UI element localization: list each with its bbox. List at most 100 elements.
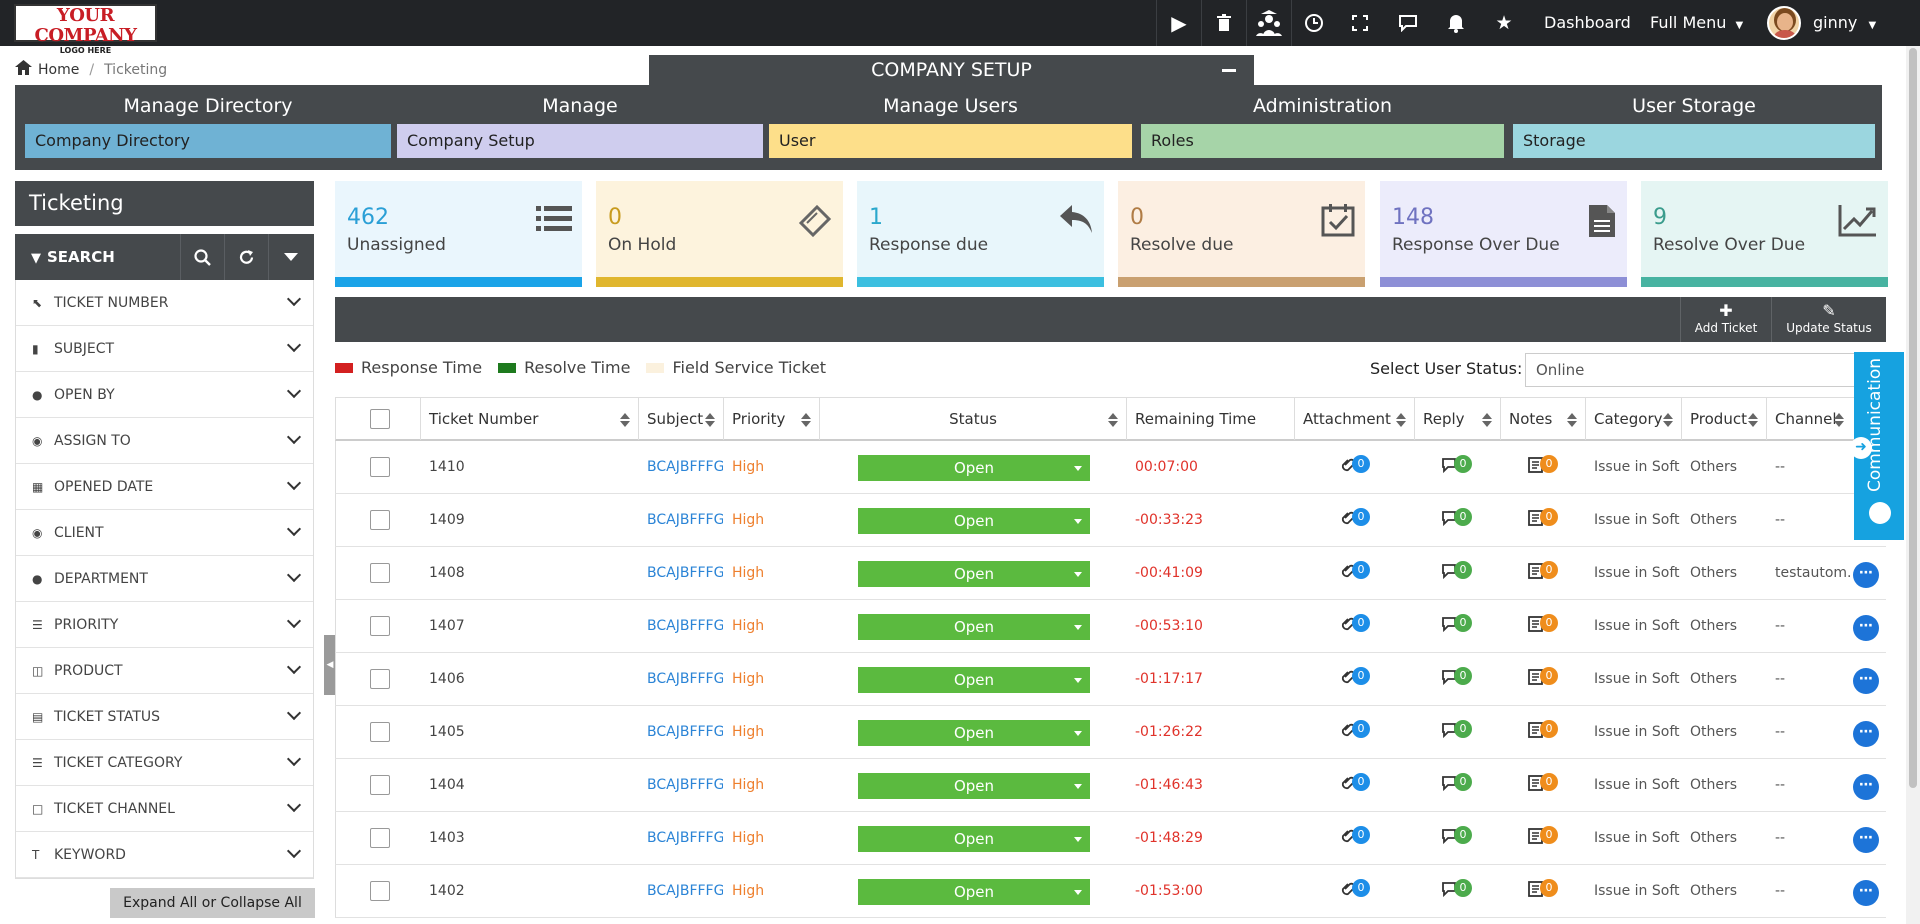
expand-collapse-button[interactable]: Expand All or Collapse All <box>110 888 315 918</box>
table-row[interactable]: 1406 BCAJBFFFG High Open -01:17:17 0 0 0 Issue i… <box>335 653 1886 706</box>
bell-icon[interactable] <box>1432 0 1480 46</box>
filter-priority[interactable]: ☰ PRIORITY <box>16 602 313 648</box>
stat-card-resolve-due[interactable]: 0 Resolve due <box>1118 181 1365 287</box>
more-options-icon[interactable]: ⋯ <box>1853 774 1879 800</box>
row-checkbox[interactable] <box>370 722 390 742</box>
more-options-icon[interactable]: ⋯ <box>1853 827 1879 853</box>
company-setup-button[interactable]: Company Setup <box>397 124 763 158</box>
status-dropdown[interactable]: Open <box>858 879 1090 905</box>
user-status-select[interactable]: Online <box>1525 353 1860 387</box>
sort-icon[interactable] <box>801 413 811 427</box>
user-menu[interactable]: ginny ▼ <box>1813 0 1876 46</box>
table-row[interactable]: 1408 BCAJBFFFG High Open -00:41:09 0 0 0 Issue i… <box>335 547 1886 600</box>
ticket-number[interactable]: 1409 <box>429 494 629 547</box>
header-ticket-number[interactable]: Ticket Number <box>421 398 639 440</box>
header-attachment[interactable]: Attachment <box>1295 398 1415 440</box>
status-dropdown[interactable]: Open <box>858 826 1090 852</box>
ticket-number[interactable]: 1410 <box>429 441 629 494</box>
ticket-subject[interactable]: BCAJBFFFG <box>647 865 723 918</box>
row-checkbox[interactable] <box>370 828 390 848</box>
ticket-number[interactable]: 1404 <box>429 759 629 812</box>
table-row[interactable]: 1407 BCAJBFFFG High Open -00:53:10 0 0 0 Issue i… <box>335 600 1886 653</box>
row-checkbox[interactable] <box>370 563 390 583</box>
status-dropdown[interactable]: Open <box>858 773 1090 799</box>
ticket-number[interactable]: 1405 <box>429 706 629 759</box>
roles-button[interactable]: Roles <box>1141 124 1504 158</box>
refresh-icon[interactable] <box>224 234 268 280</box>
status-dropdown[interactable]: Open <box>858 667 1090 693</box>
filter-opened-date[interactable]: ▦ OPENED DATE <box>16 464 313 510</box>
search-icon[interactable] <box>180 234 224 280</box>
user-button[interactable]: User <box>769 124 1132 158</box>
header-reply[interactable]: Reply <box>1415 398 1501 440</box>
sort-icon[interactable] <box>1834 413 1844 427</box>
table-row[interactable]: 1410 BCAJBFFFG High Open 00:07:00 0 0 0 Issue in… <box>335 441 1886 494</box>
filter-keyword[interactable]: T KEYWORD <box>16 832 313 878</box>
row-checkbox[interactable] <box>370 616 390 636</box>
ticket-subject[interactable]: BCAJBFFFG <box>647 706 723 759</box>
update-status-button[interactable]: ✎ Update Status <box>1771 297 1886 342</box>
ticket-number[interactable]: 1403 <box>429 812 629 865</box>
filter-ticket-channel[interactable]: □ TICKET CHANNEL <box>16 786 313 832</box>
ticket-subject[interactable]: BCAJBFFFG <box>647 812 723 865</box>
table-row[interactable]: 1409 BCAJBFFFG High Open -00:33:23 0 0 0 Issue i… <box>335 494 1886 547</box>
ticket-number[interactable]: 1408 <box>429 547 629 600</box>
filter-subject[interactable]: ▮ SUBJECT <box>16 326 313 372</box>
ticket-subject[interactable]: BCAJBFFFG <box>647 600 723 653</box>
header-category[interactable]: Category <box>1586 398 1682 440</box>
status-dropdown[interactable]: Open <box>858 720 1090 746</box>
filter-ticket-category[interactable]: ☰ TICKET CATEGORY <box>16 740 313 786</box>
header-priority[interactable]: Priority <box>724 398 820 440</box>
page-scrollbar[interactable] <box>1906 46 1920 924</box>
more-options-icon[interactable]: ⋯ <box>1853 615 1879 641</box>
table-row[interactable]: 1403 BCAJBFFFG High Open -01:48:29 0 0 0 Issue i… <box>335 812 1886 865</box>
dashboard-link[interactable]: Dashboard <box>1544 0 1631 46</box>
communication-tab[interactable]: Communication ➜ <box>1850 352 1904 540</box>
breadcrumb-home[interactable]: Home <box>38 62 79 78</box>
more-options-icon[interactable]: ⋯ <box>1853 880 1879 906</box>
row-checkbox[interactable] <box>370 510 390 530</box>
ticket-number[interactable]: 1406 <box>429 653 629 706</box>
table-row[interactable]: 1405 BCAJBFFFG High Open -01:26:22 0 0 0 Issue i… <box>335 706 1886 759</box>
play-icon[interactable]: ▶ <box>1156 0 1201 46</box>
sort-icon[interactable] <box>1396 413 1406 427</box>
more-options-icon[interactable]: ⋯ <box>1853 562 1879 588</box>
full-menu-dropdown[interactable]: Full Menu ▼ <box>1650 0 1743 46</box>
header-notes[interactable]: Notes <box>1501 398 1586 440</box>
sort-icon[interactable] <box>705 413 715 427</box>
clock-icon[interactable] <box>1291 0 1336 46</box>
sort-icon[interactable] <box>1482 413 1492 427</box>
table-row[interactable]: 1402 BCAJBFFFG High Open -01:53:00 0 0 0 Issue i… <box>335 865 1886 918</box>
stat-card-response-over-due[interactable]: 148 Response Over Due <box>1380 181 1627 287</box>
avatar[interactable] <box>1767 6 1801 40</box>
header-status[interactable]: Status <box>820 398 1127 440</box>
stat-card-on-hold[interactable]: 0 On Hold <box>596 181 843 287</box>
company-directory-button[interactable]: Company Directory <box>25 124 391 158</box>
sort-icon[interactable] <box>1663 413 1673 427</box>
trash-icon[interactable] <box>1201 0 1246 46</box>
ticket-number[interactable]: 1402 <box>429 865 629 918</box>
header-product[interactable]: Product <box>1682 398 1767 440</box>
sort-icon[interactable] <box>1748 413 1758 427</box>
storage-button[interactable]: Storage <box>1513 124 1875 158</box>
ticket-subject[interactable]: BCAJBFFFG <box>647 759 723 812</box>
header-subject[interactable]: Subject <box>639 398 724 440</box>
select-all-checkbox[interactable] <box>370 409 390 429</box>
chat-icon[interactable] <box>1384 0 1432 46</box>
header-remaining-time[interactable]: Remaining Time <box>1127 398 1295 440</box>
stat-card-unassigned[interactable]: 462 Unassigned <box>335 181 582 287</box>
status-dropdown[interactable]: Open <box>858 455 1090 481</box>
ticket-subject[interactable]: BCAJBFFFG <box>647 547 723 600</box>
stat-card-resolve-over-due[interactable]: 9 Resolve Over Due <box>1641 181 1888 287</box>
filter-product[interactable]: ◫ PRODUCT <box>16 648 313 694</box>
row-checkbox[interactable] <box>370 457 390 477</box>
row-checkbox[interactable] <box>370 669 390 689</box>
chevron-down-icon[interactable] <box>268 234 312 280</box>
add-ticket-button[interactable]: ✚ Add Ticket <box>1680 297 1771 342</box>
header-channel[interactable]: Channel <box>1767 398 1852 440</box>
filter-open-by[interactable]: ● OPEN BY <box>16 372 313 418</box>
more-options-icon[interactable]: ⋯ <box>1853 721 1879 747</box>
filter-assign-to[interactable]: ◉ ASSIGN TO <box>16 418 313 464</box>
ticket-number[interactable]: 1407 <box>429 600 629 653</box>
status-dropdown[interactable]: Open <box>858 508 1090 534</box>
